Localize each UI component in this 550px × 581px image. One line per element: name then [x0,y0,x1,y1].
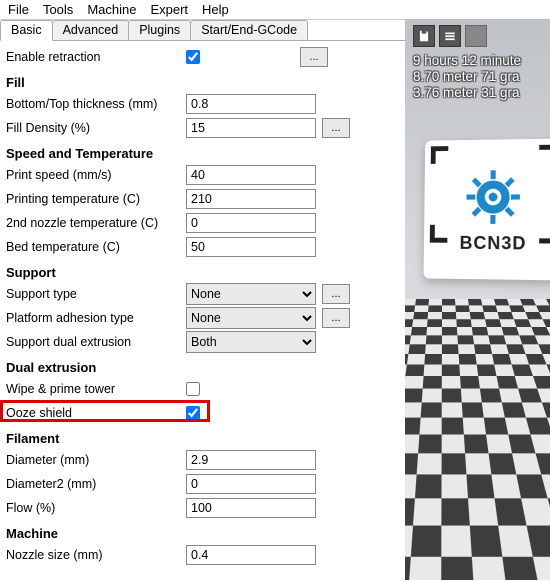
heading-dual-extrusion: Dual extrusion [6,360,399,375]
input-bed-temp[interactable] [186,237,316,257]
label-wipe-prime: Wipe & prime tower [6,382,186,396]
stat-extruder2: 3.76 meter 31 gra [413,85,521,101]
heading-support: Support [6,265,399,280]
print-stats: 9 hours 12 minute 8.70 meter 71 gra 3.76… [413,53,521,101]
more-fill-density-button[interactable]: ... [322,118,350,138]
label-second-nozzle-temp: 2nd nozzle temperature (C) [6,216,186,230]
heading-filament: Filament [6,431,399,446]
checkbox-ooze-shield[interactable] [186,406,200,420]
input-fill-density[interactable] [186,118,316,138]
label-ooze-shield: Ooze shield [6,406,186,420]
gear-icon [461,164,525,228]
tab-basic[interactable]: Basic [0,20,53,41]
tab-gcode[interactable]: Start/End-GCode [190,20,308,40]
build-plate-grid [405,299,550,580]
more-platform-adhesion-button[interactable]: ... [322,308,350,328]
toolbar-disabled-icon [465,25,487,47]
label-print-speed: Print speed (mm/s) [6,168,186,182]
stat-time: 9 hours 12 minute [413,53,521,69]
more-retraction-button[interactable]: ... [300,47,328,67]
toolbar-layers-icon[interactable] [439,25,461,47]
label-support-dual: Support dual extrusion [6,335,186,349]
label-printing-temp: Printing temperature (C) [6,192,186,206]
checkbox-wipe-prime[interactable] [186,382,200,396]
heading-speed-temp: Speed and Temperature [6,146,399,161]
tab-plugins[interactable]: Plugins [128,20,191,40]
input-second-nozzle-temp[interactable] [186,213,316,233]
menu-tools[interactable]: Tools [43,2,73,17]
label-diameter2: Diameter2 (mm) [6,477,186,491]
tab-advanced[interactable]: Advanced [52,20,130,40]
model-object-card[interactable]: BCN3D [424,139,550,281]
settings-tabs: Basic Advanced Plugins Start/End-GCode [0,20,405,41]
settings-panel: Basic Advanced Plugins Start/End-GCode E… [0,19,405,580]
input-print-speed[interactable] [186,165,316,185]
input-bottom-top-thickness[interactable] [186,94,316,114]
label-bed-temp: Bed temperature (C) [6,240,186,254]
menu-machine[interactable]: Machine [87,2,136,17]
heading-fill: Fill [6,75,399,90]
menu-expert[interactable]: Expert [150,2,188,17]
label-support-type: Support type [6,287,186,301]
label-nozzle-size: Nozzle size (mm) [6,548,186,562]
label-flow: Flow (%) [6,501,186,515]
bracket-corner-icon [539,225,550,243]
select-support-type[interactable]: None [186,283,316,305]
preview-viewport[interactable]: 9 hours 12 minute 8.70 meter 71 gra 3.76… [405,19,550,580]
select-support-dual[interactable]: Both [186,331,316,353]
menu-file[interactable]: File [8,2,29,17]
input-diameter2[interactable] [186,474,316,494]
bracket-corner-icon [539,145,550,163]
label-platform-adhesion: Platform adhesion type [6,311,186,325]
select-platform-adhesion[interactable]: None [186,307,316,329]
menu-help[interactable]: Help [202,2,229,17]
checkbox-enable-retraction[interactable] [186,50,200,64]
label-bottom-top-thickness: Bottom/Top thickness (mm) [6,97,186,111]
input-nozzle-size[interactable] [186,545,316,565]
heading-machine: Machine [6,526,399,541]
input-flow[interactable] [186,498,316,518]
input-printing-temp[interactable] [186,189,316,209]
toolbar-save-icon[interactable] [413,25,435,47]
label-enable-retraction: Enable retraction [6,50,186,64]
logo-text: BCN3D [460,232,527,254]
stat-extruder1: 8.70 meter 71 gra [413,69,521,85]
label-fill-density: Fill Density (%) [6,121,186,135]
menu-bar: File Tools Machine Expert Help [0,0,550,19]
bracket-corner-icon [431,146,449,164]
bracket-corner-icon [430,225,448,243]
more-support-type-button[interactable]: ... [322,284,350,304]
input-diameter[interactable] [186,450,316,470]
label-diameter: Diameter (mm) [6,453,186,467]
